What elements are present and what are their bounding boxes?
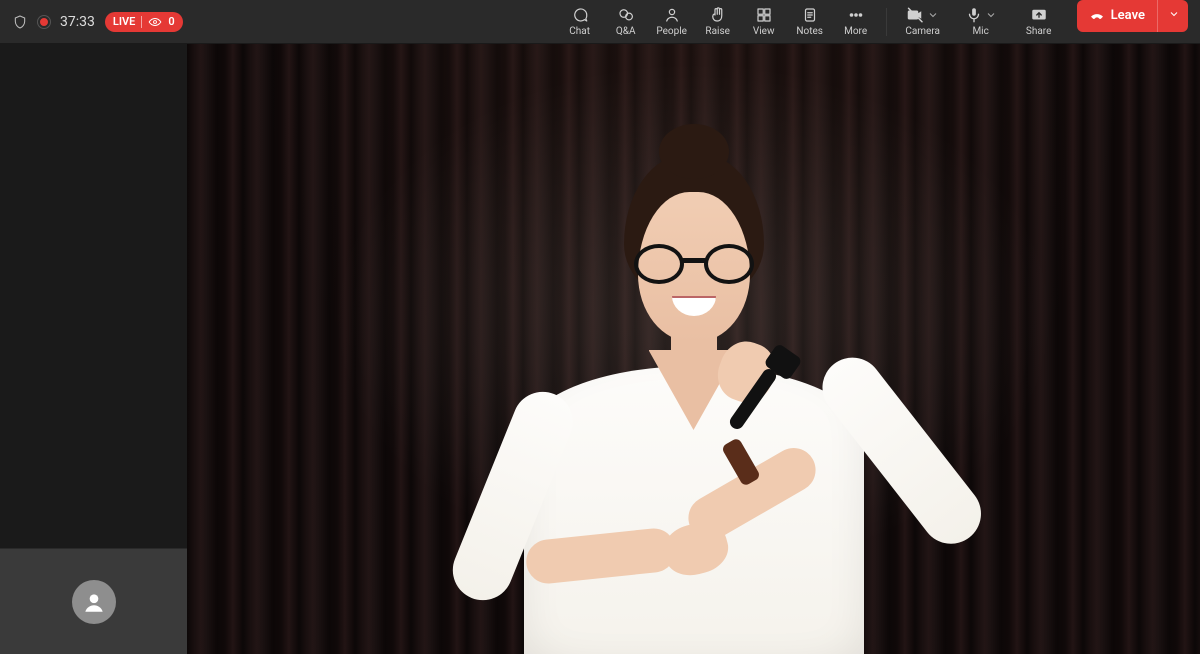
more-label: More bbox=[844, 26, 867, 37]
share-button[interactable]: Share bbox=[1011, 0, 1067, 44]
main-area bbox=[0, 44, 1200, 654]
pill-separator bbox=[141, 16, 142, 28]
raise-hand-label: Raise bbox=[705, 26, 730, 37]
leave-main[interactable]: Leave bbox=[1077, 0, 1158, 32]
active-speaker-video[interactable] bbox=[187, 44, 1200, 654]
mic-button[interactable]: Mic bbox=[953, 0, 1009, 44]
view-label: View bbox=[753, 26, 775, 37]
live-label: LIVE bbox=[113, 15, 135, 28]
camera-label: Camera bbox=[905, 26, 940, 37]
chat-icon bbox=[571, 6, 589, 24]
chat-label: Chat bbox=[569, 26, 590, 37]
share-label: Share bbox=[1026, 26, 1051, 37]
toolbar: Chat Q&A People Raise View Notes bbox=[558, 0, 1188, 44]
camera-button[interactable]: Camera bbox=[895, 0, 951, 44]
more-icon bbox=[847, 6, 865, 24]
people-icon bbox=[663, 6, 681, 24]
shield-icon[interactable] bbox=[12, 14, 28, 30]
people-button[interactable]: People bbox=[650, 0, 694, 44]
toolbar-separator bbox=[886, 8, 887, 36]
chevron-down-icon[interactable] bbox=[927, 9, 939, 21]
presenter-figure bbox=[464, 94, 924, 654]
viewer-count: 0 bbox=[168, 15, 174, 28]
qa-button[interactable]: Q&A bbox=[604, 0, 648, 44]
leave-dropdown[interactable] bbox=[1158, 8, 1188, 23]
qa-icon bbox=[617, 6, 635, 24]
camera-off-icon bbox=[907, 6, 925, 24]
qa-label: Q&A bbox=[616, 26, 636, 37]
raise-hand-button[interactable]: Raise bbox=[696, 0, 740, 44]
app-frame: 37:33 LIVE 0 Chat Q&A People bbox=[0, 0, 1200, 654]
more-button[interactable]: More bbox=[834, 0, 878, 44]
notes-label: Notes bbox=[796, 26, 823, 37]
elapsed-timer: 37:33 bbox=[60, 14, 95, 30]
people-label: People bbox=[656, 26, 687, 37]
self-video-thumbnail[interactable] bbox=[0, 548, 187, 654]
live-badge[interactable]: LIVE 0 bbox=[105, 12, 183, 32]
leave-label: Leave bbox=[1111, 8, 1145, 23]
notes-icon bbox=[801, 6, 819, 24]
status-group: 37:33 LIVE 0 bbox=[12, 12, 183, 32]
avatar-placeholder-icon bbox=[72, 580, 116, 624]
share-screen-icon bbox=[1030, 6, 1048, 24]
leave-button[interactable]: Leave bbox=[1077, 0, 1188, 32]
eye-icon bbox=[148, 15, 162, 29]
mic-icon bbox=[965, 6, 983, 24]
notes-button[interactable]: Notes bbox=[788, 0, 832, 44]
grid-view-icon bbox=[755, 6, 773, 24]
hangup-icon bbox=[1089, 8, 1105, 24]
top-bar: 37:33 LIVE 0 Chat Q&A People bbox=[0, 0, 1200, 44]
mic-label: Mic bbox=[972, 26, 988, 37]
raise-hand-icon bbox=[709, 6, 727, 24]
participant-sidebar bbox=[0, 44, 187, 654]
view-button[interactable]: View bbox=[742, 0, 786, 44]
chat-button[interactable]: Chat bbox=[558, 0, 602, 44]
recording-indicator-icon bbox=[38, 16, 50, 28]
chevron-down-icon[interactable] bbox=[985, 9, 997, 21]
chevron-down-icon bbox=[1168, 8, 1180, 20]
